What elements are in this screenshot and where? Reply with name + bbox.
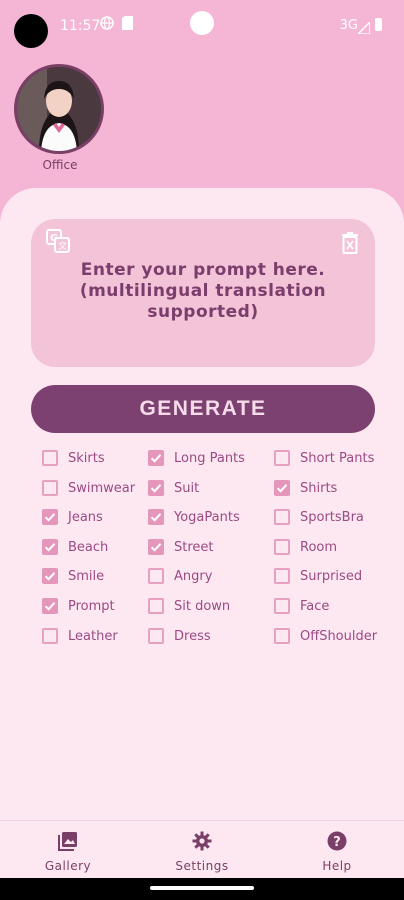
option-label: Swimwear xyxy=(68,480,136,496)
option-checkbox[interactable]: OffShoulder xyxy=(274,626,377,646)
option-label: Prompt xyxy=(68,598,115,614)
option-label: Surprised xyxy=(300,568,363,584)
checkbox-checked[interactable] xyxy=(42,509,58,525)
nav-settings-label: Settings xyxy=(175,859,229,873)
option-checkbox[interactable]: YogaPants xyxy=(148,507,240,527)
battery-icon xyxy=(375,18,382,31)
option-checkbox[interactable]: Long Pants xyxy=(148,448,245,468)
svg-text:文: 文 xyxy=(58,240,67,252)
option-label: Angry xyxy=(174,568,213,584)
nav-settings[interactable]: Settings xyxy=(157,831,247,873)
checkbox-checked[interactable] xyxy=(42,539,58,555)
nav-gallery[interactable]: Gallery xyxy=(23,831,113,873)
option-label: Suit xyxy=(174,480,200,496)
checkbox-checked[interactable] xyxy=(42,598,58,614)
option-checkbox[interactable]: Angry xyxy=(148,566,212,586)
option-label: Jeans xyxy=(68,509,103,525)
option-label: Dress xyxy=(174,628,211,644)
globe-icon xyxy=(100,16,114,34)
status-bar: 11:57 3G xyxy=(0,0,404,52)
help-icon: ? xyxy=(327,831,347,855)
option-checkbox[interactable]: Dress xyxy=(148,626,211,646)
option-checkbox[interactable]: Short Pants xyxy=(274,448,374,468)
option-label: Beach xyxy=(68,539,109,555)
checkbox-checked[interactable] xyxy=(148,509,164,525)
checkbox-checked[interactable] xyxy=(148,480,164,496)
checkbox-unchecked[interactable] xyxy=(42,480,58,496)
option-label: Sit down xyxy=(174,598,231,614)
option-checkbox[interactable]: Suit xyxy=(148,478,199,498)
camera-cutout xyxy=(14,14,48,48)
gallery-icon xyxy=(58,832,78,855)
checkbox-unchecked[interactable] xyxy=(274,598,290,614)
option-checkbox[interactable]: Beach xyxy=(42,537,108,557)
option-label: OffShoulder xyxy=(300,628,378,644)
checkbox-checked[interactable] xyxy=(148,539,164,555)
nav-help-label: Help xyxy=(322,859,352,873)
avatar[interactable] xyxy=(14,64,104,154)
checkbox-checked[interactable] xyxy=(42,568,58,584)
signal-icon xyxy=(356,19,371,38)
option-label: Face xyxy=(300,598,330,614)
checkbox-unchecked[interactable] xyxy=(42,628,58,644)
option-label: Shirts xyxy=(300,480,338,496)
option-checkbox[interactable]: Jeans xyxy=(42,507,103,527)
option-checkbox[interactable]: Shirts xyxy=(274,478,337,498)
option-label: Smile xyxy=(68,568,105,584)
gear-icon xyxy=(192,831,212,855)
bottom-nav: Gallery Settings ? Help xyxy=(0,820,404,879)
option-checkbox[interactable]: SportsBra xyxy=(274,507,364,527)
front-camera xyxy=(190,11,214,35)
network-type: 3G xyxy=(339,18,358,33)
option-label: Long Pants xyxy=(174,450,245,466)
checkbox-unchecked[interactable] xyxy=(148,568,164,584)
checkbox-checked[interactable] xyxy=(274,480,290,496)
option-checkbox[interactable]: Swimwear xyxy=(42,478,135,498)
svg-text:?: ? xyxy=(333,835,341,850)
option-checkbox[interactable]: Surprised xyxy=(274,566,362,586)
home-indicator[interactable] xyxy=(150,886,254,890)
checkbox-unchecked[interactable] xyxy=(274,509,290,525)
prompt-placeholder: Enter your prompt here. (multilingual tr… xyxy=(79,260,327,322)
option-checkbox[interactable]: Leather xyxy=(42,626,118,646)
nav-gallery-label: Gallery xyxy=(44,859,92,873)
checkbox-unchecked[interactable] xyxy=(148,598,164,614)
option-checkbox[interactable]: Face xyxy=(274,596,329,616)
option-label: Skirts xyxy=(68,450,105,466)
nav-help[interactable]: ? Help xyxy=(292,831,382,873)
option-label: Leather xyxy=(68,628,118,644)
option-checkbox[interactable]: Sit down xyxy=(148,596,230,616)
checkbox-unchecked[interactable] xyxy=(274,539,290,555)
avatar-label: Office xyxy=(42,158,78,172)
status-time: 11:57 xyxy=(60,18,101,34)
option-label: Room xyxy=(300,539,338,555)
translate-icon[interactable]: G 文 xyxy=(46,229,70,257)
option-label: Street xyxy=(174,539,214,555)
option-checkbox[interactable]: Skirts xyxy=(42,448,105,468)
option-label: YogaPants xyxy=(174,509,240,525)
checkbox-unchecked[interactable] xyxy=(274,450,290,466)
sim-card-icon xyxy=(122,16,133,34)
checkbox-unchecked[interactable] xyxy=(274,628,290,644)
checkbox-unchecked[interactable] xyxy=(274,568,290,584)
option-checkbox[interactable]: Street xyxy=(148,537,214,557)
option-checkbox[interactable]: Prompt xyxy=(42,596,115,616)
option-checkbox[interactable]: Room xyxy=(274,537,337,557)
option-label: SportsBra xyxy=(300,509,364,525)
checkbox-checked[interactable] xyxy=(148,450,164,466)
generate-button[interactable]: GENERATE xyxy=(31,385,375,433)
checkbox-unchecked[interactable] xyxy=(148,628,164,644)
checkbox-unchecked[interactable] xyxy=(42,450,58,466)
option-label: Short Pants xyxy=(300,450,375,466)
option-checkbox[interactable]: Smile xyxy=(42,566,104,586)
trash-icon[interactable] xyxy=(341,232,359,258)
